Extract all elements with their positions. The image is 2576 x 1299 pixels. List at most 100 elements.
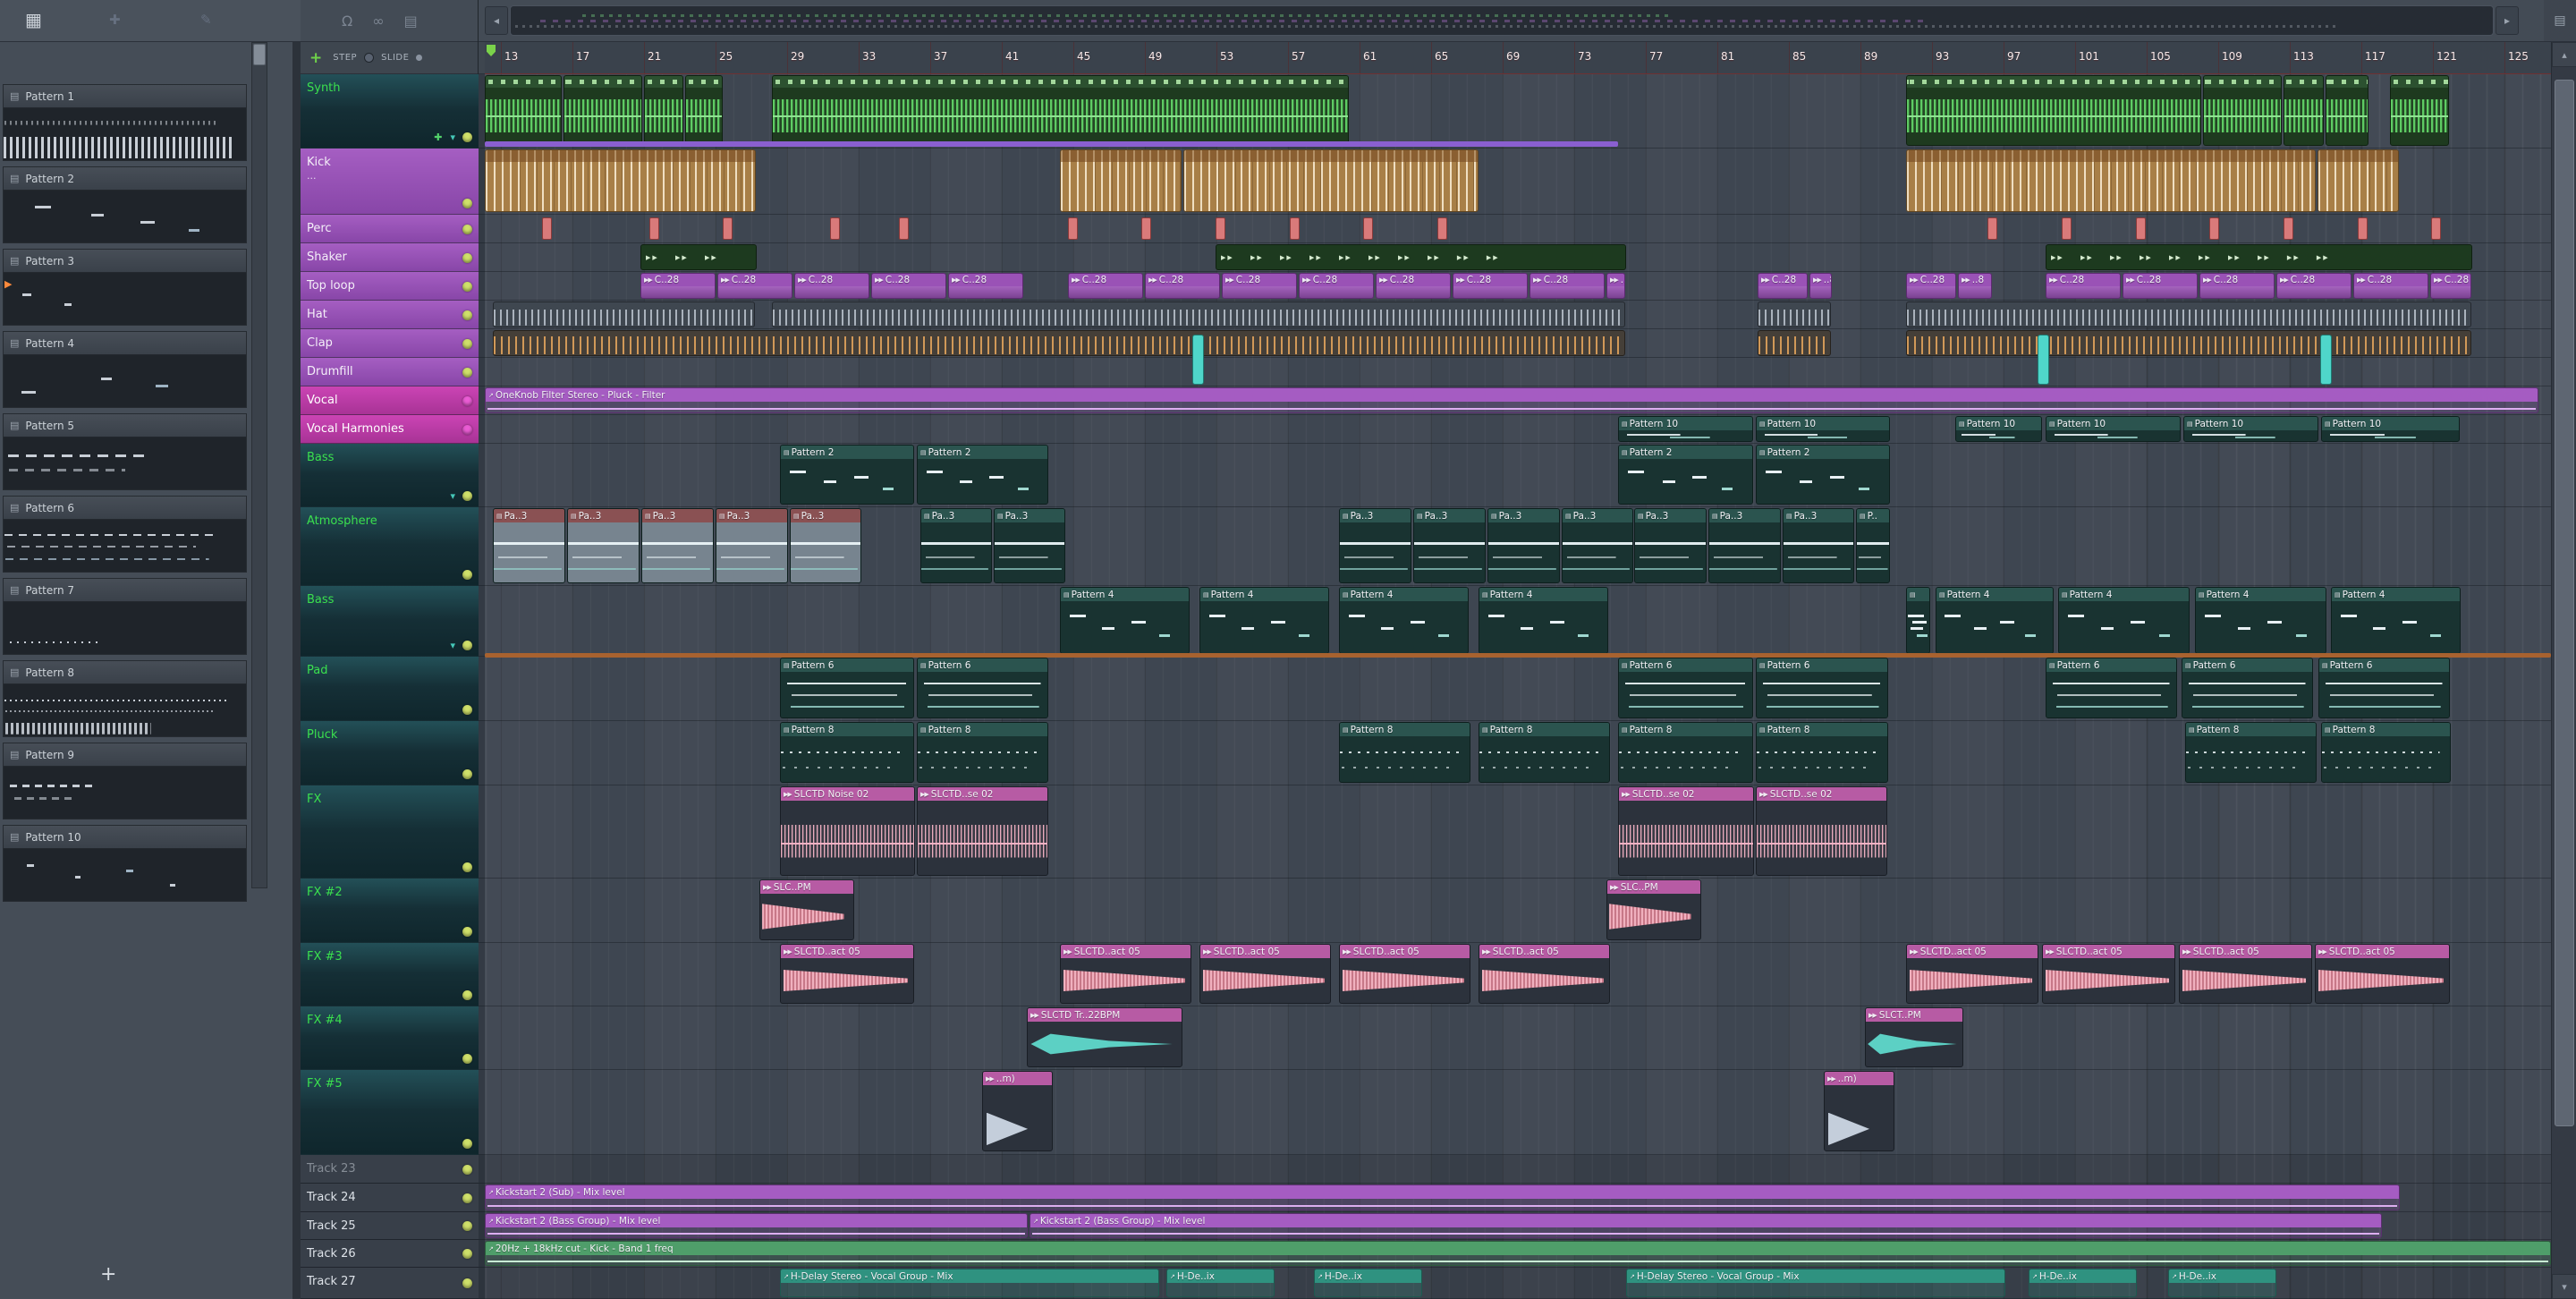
clip-c-28[interactable]: ▶▶ C..28 (1906, 273, 1956, 299)
mute-led[interactable] (462, 1221, 472, 1231)
mute-led[interactable] (462, 338, 472, 349)
clip-slc-pm[interactable]: ▶▶ SLC..PM (759, 879, 854, 940)
pattern-item-pattern-8[interactable]: ▤ Pattern 8 (3, 660, 247, 737)
track-dropdown-icon[interactable]: ▾ (450, 640, 455, 651)
clip-c-28[interactable]: ▶▶ C..28 (2199, 273, 2275, 299)
clip-pattern-10[interactable]: ▤ Pattern 10 (2046, 416, 2181, 442)
track-header-perc-3[interactable]: Perc (301, 215, 479, 243)
clip-pa-3[interactable]: ▤ Pa..3 (716, 508, 788, 583)
clip-slctd-act-05[interactable]: ▶▶ SLCTD..act 05 (2315, 944, 2450, 1004)
clip-c-28[interactable]: ▶▶ C..28 (1758, 273, 1808, 299)
mute-led[interactable] (462, 281, 472, 292)
scroll-down-button[interactable]: ▾ (2552, 1274, 2576, 1299)
clip-pa-3[interactable]: ▤ Pa..3 (994, 508, 1065, 583)
clip-perc[interactable] (899, 217, 909, 240)
clip-pattern-6[interactable]: ▤ Pattern 6 (1756, 658, 1888, 718)
clip-pattern-10[interactable]: ▤ Pattern 10 (1955, 416, 2042, 442)
clip-perc[interactable] (1068, 217, 1078, 240)
mute-led[interactable] (462, 570, 472, 580)
clip-pa-3[interactable]: ▤ Pa..3 (1783, 508, 1854, 583)
tool-icon-dim-1[interactable]: ✚ (109, 12, 121, 28)
clip-pattern-4[interactable]: ▤ Pattern 4 (1199, 587, 1329, 654)
grid-track-lane[interactable] (479, 215, 2551, 243)
clip-pa-3[interactable]: ▤ Pa..3 (493, 508, 565, 583)
clip-8[interactable]: ▶▶..8 (1958, 273, 1992, 299)
track-header-hat-6[interactable]: Hat (301, 301, 479, 329)
mute-led[interactable] (462, 310, 472, 320)
clip-c-28[interactable]: ▶▶ C..28 (2430, 273, 2471, 299)
clip-pattern-6[interactable]: ▤ Pattern 6 (2182, 658, 2313, 718)
clip-pattern-8[interactable]: ▤ Pattern 8 (1479, 722, 1610, 783)
pattern-item-pattern-9[interactable]: ▤ Pattern 9 (3, 743, 247, 819)
clip-pattern-2[interactable]: ▤ Pattern 2 (917, 445, 1048, 505)
mute-led[interactable] (462, 367, 472, 378)
clip-m[interactable]: ▶▶ ..m) (1824, 1071, 1894, 1151)
clip-pattern-6[interactable]: ▤ Pattern 6 (1618, 658, 1753, 718)
mute-led[interactable] (462, 862, 472, 872)
clip-wave[interactable] (644, 75, 683, 146)
pattern-item-pattern-10[interactable]: ▤ Pattern 10 (3, 825, 247, 902)
window-icon[interactable]: ▦ (25, 9, 42, 30)
clip-c-28[interactable]: ▶▶ C..28 (1299, 273, 1374, 299)
clip-c-28[interactable]: ▶▶ C..28 (2276, 273, 2351, 299)
pattern-item-pattern-4[interactable]: ▤ Pattern 4 (3, 331, 247, 408)
clip-h-de-ix[interactable]: ↗ H-De..ix (1166, 1269, 1275, 1297)
clip-slctd-act-05[interactable]: ▶▶ SLCTD..act 05 (1199, 944, 1331, 1004)
track-header-fx-5-20[interactable]: FX #5 (301, 1070, 479, 1155)
grid-track-lane[interactable] (479, 1006, 2551, 1070)
track-header-vocal-9[interactable]: Vocal (301, 386, 479, 415)
clip-slctd-noise-02[interactable]: ▶▶ SLCTD Noise 02 (780, 786, 915, 876)
clip-hat[interactable] (772, 301, 1625, 327)
clip-p[interactable]: ▤ P.. (1856, 508, 1890, 583)
clip-shaker[interactable]: ▶▶ ▶▶ ▶▶ ▶▶ ▶▶ ▶▶ ▶▶ ▶▶ ▶▶ ▶▶ (1216, 244, 1626, 270)
clip-perc[interactable] (1216, 217, 1225, 240)
clip-wave[interactable] (2284, 75, 2324, 146)
clip-pa-3[interactable]: ▤ Pa..3 (1487, 508, 1560, 583)
clip-perc[interactable] (1437, 217, 1447, 240)
track-header-pluck-15[interactable]: Pluck (301, 721, 479, 785)
clip-fill[interactable] (1192, 335, 1204, 385)
clip-kick[interactable] (1906, 149, 2316, 212)
clip-slctd-tr-22bpm[interactable]: ▶▶ SLCTD Tr..22BPM (1027, 1007, 1182, 1067)
track-header-atmosphere-12[interactable]: Atmosphere (301, 507, 479, 586)
mute-led[interactable] (462, 1249, 472, 1259)
add-pattern-button[interactable]: + (100, 1263, 116, 1286)
clip-c-28[interactable]: ▶▶ C..28 (640, 273, 716, 299)
pattern-item-pattern-6[interactable]: ▤ Pattern 6 (3, 496, 247, 573)
clip-wave[interactable] (2326, 75, 2368, 146)
clip-pattern-4[interactable]: ▤ Pattern 4 (1479, 587, 1608, 654)
mute-led[interactable] (462, 491, 472, 501)
clip-pa-3[interactable]: ▤ Pa..3 (1634, 508, 1707, 583)
track-header-fx-16[interactable]: FX (301, 785, 479, 879)
clip-fill[interactable] (2320, 335, 2332, 385)
clip-kick[interactable] (1060, 149, 1182, 212)
mute-led[interactable] (462, 705, 472, 715)
clip-c-28[interactable]: ▶▶ C..28 (1453, 273, 1528, 299)
clip-fill[interactable] (2038, 335, 2049, 385)
clip-pattern-4[interactable]: ▤ Pattern 4 (2195, 587, 2326, 654)
clip-shaker[interactable]: ▶▶ ▶▶ ▶▶ ▶▶ ▶▶ ▶▶ ▶▶ ▶▶ ▶▶ ▶▶ (2046, 244, 2472, 270)
track-header-fx-2-17[interactable]: FX #2 (301, 879, 479, 943)
mute-led[interactable] (462, 1193, 472, 1203)
clip-kickstart-2-bass-group-mix-level[interactable]: ↗ Kickstart 2 (Bass Group) - Mix level (1030, 1213, 2382, 1238)
clip-pattern-10[interactable]: ▤ Pattern 10 (2321, 416, 2460, 442)
clip-m[interactable]: ▶▶ ..m) (982, 1071, 1053, 1151)
track-header-shaker-4[interactable]: Shaker (301, 243, 479, 272)
clip-perc[interactable] (1987, 217, 1997, 240)
clip-pattern-8[interactable]: ▤ Pattern 8 (2321, 722, 2451, 783)
track-header-bass-13[interactable]: Bass ▾ (301, 586, 479, 657)
track-header-synth-1[interactable]: Synth ✚ ▾ (301, 74, 479, 149)
clip-20hz-18khz-cut-kick-band-1-freq[interactable]: ↗ 20Hz + 18kHz cut - Kick - Band 1 freq (485, 1241, 2551, 1266)
mute-led[interactable] (462, 769, 472, 779)
track-header-kick-2[interactable]: Kick... (301, 149, 479, 215)
clip-pa-3[interactable]: ▤ Pa..3 (1413, 508, 1486, 583)
mute-led[interactable] (462, 224, 472, 234)
pattern-panel-scrollbar[interactable] (251, 42, 267, 888)
clip-pattern-4[interactable]: ▤ Pattern 4 (2058, 587, 2190, 654)
grid-track-lane[interactable] (479, 1070, 2551, 1155)
clip-c-28[interactable]: ▶▶ C..28 (1068, 273, 1143, 299)
mute-led[interactable] (462, 1164, 472, 1175)
clip-hat[interactable] (1758, 301, 1831, 327)
clip-pat[interactable]: ▤ (1906, 587, 1930, 654)
track-header-track-27-25[interactable]: Track 27 (301, 1268, 479, 1299)
